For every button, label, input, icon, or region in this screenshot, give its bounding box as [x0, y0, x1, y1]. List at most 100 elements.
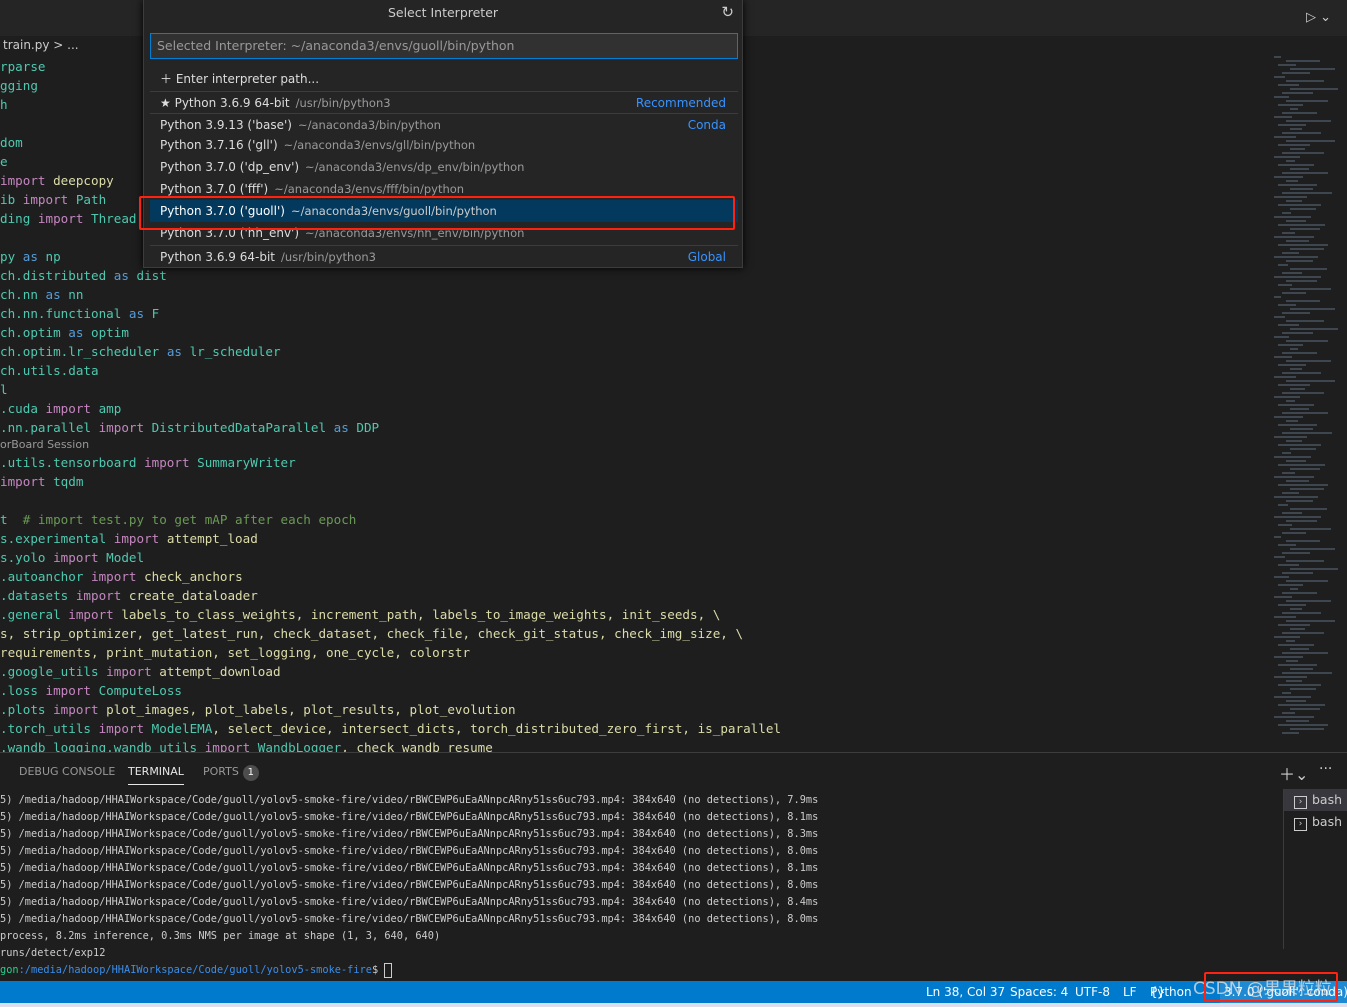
interpreter-item[interactable]: Python 3.7.16 ('gll') ~/anaconda3/envs/gl…: [150, 134, 738, 156]
minimap-line: [1290, 308, 1335, 310]
minimap-line: [1278, 684, 1322, 686]
minimap-line: [1286, 240, 1310, 242]
code-token: s.experimental: [0, 531, 114, 546]
interpreter-tag: Conda: [687, 118, 726, 132]
code-token: e: [0, 154, 8, 169]
minimap-line: [1274, 436, 1307, 438]
plus-icon: ＋: [160, 72, 176, 86]
minimap-line: [1274, 536, 1282, 538]
plus-icon[interactable]: ＋⌄: [1279, 761, 1308, 785]
code-token: ding: [0, 211, 38, 226]
end-of-line[interactable]: LF: [1123, 981, 1137, 1003]
cursor-position[interactable]: Ln 38, Col 37: [926, 981, 1005, 1003]
interpreter-search-input[interactable]: Selected Interpreter: ~/anaconda3/envs/g…: [150, 33, 738, 59]
minimap-line: [1282, 112, 1318, 114]
code-token: SummaryWriter: [197, 455, 296, 470]
minimap-line: [1282, 532, 1307, 534]
bottom-panel: DEBUG CONSOLE TERMINAL PORTS 1 ＋⌄ ··· 5) …: [0, 752, 1347, 981]
minimap-line: [1286, 560, 1324, 562]
minimap-line: [1290, 388, 1306, 390]
code-token: check_anchors: [144, 569, 243, 584]
minimap-line: [1286, 180, 1299, 182]
terminal-item[interactable]: › bash: [1284, 811, 1347, 833]
minimap-line: [1282, 692, 1292, 694]
terminal-output[interactable]: 5) /media/hadoop/HHAIWorkspace/Code/guol…: [0, 792, 818, 979]
code-line: l: [0, 380, 1270, 399]
minimap-line: [1278, 624, 1311, 626]
minimap-line: [1278, 504, 1289, 506]
encoding[interactable]: UTF-8: [1075, 981, 1110, 1003]
interpreter-item[interactable]: ★ Python 3.6.9 64-bit/usr/bin/python3 Rec…: [150, 91, 738, 113]
refresh-icon[interactable]: ↻: [721, 3, 734, 21]
terminal-line: 5) /media/hadoop/HHAIWorkspace/Code/guol…: [0, 811, 819, 823]
code-line: .autoanchor import check_anchors: [0, 567, 1270, 586]
minimap-line: [1274, 636, 1300, 638]
code-token: Thread: [91, 211, 137, 226]
indentation[interactable]: Spaces: 4: [1010, 981, 1068, 1003]
code-token: as: [45, 287, 69, 302]
minimap-line: [1282, 152, 1325, 154]
minimap-line: [1274, 256, 1318, 258]
code-token: attempt_download: [159, 664, 281, 679]
minimap-line: [1278, 484, 1329, 486]
interpreter-path: /usr/bin/python3: [281, 250, 376, 264]
minimap-line: [1286, 620, 1335, 622]
code-token: as: [68, 325, 91, 340]
minimap-line: [1282, 272, 1303, 274]
code-line: .loss import ComputeLoss: [0, 681, 1270, 700]
minimap-line: [1282, 552, 1310, 554]
minimap-line: [1282, 212, 1292, 214]
minimap-line: [1286, 580, 1328, 582]
minimap-line: [1274, 716, 1315, 718]
minimap-line: [1282, 472, 1296, 474]
minimap-line: [1286, 160, 1295, 162]
minimap-line: [1286, 260, 1313, 262]
interpreter-item[interactable]: Python 3.6.9 64-bit/usr/bin/python3 Globa…: [150, 245, 738, 267]
minimap-line: [1290, 168, 1309, 170]
play-icon[interactable]: ▷ ⌄: [1306, 10, 1331, 25]
code-line: ch.nn.functional as F: [0, 304, 1270, 323]
minimap-line: [1282, 372, 1321, 374]
code-token: import: [22, 192, 76, 207]
minimap-line: [1290, 348, 1299, 350]
minimap-line: [1274, 316, 1285, 318]
code-line: .google_utils import attempt_download: [0, 662, 1270, 681]
minimap-line: [1278, 244, 1329, 246]
interpreter-item[interactable]: Python 3.7.0 ('dp_env') ~/anaconda3/envs/…: [150, 156, 738, 178]
minimap-line: [1282, 292, 1307, 294]
interpreter-name: Python 3.6.9 64-bit: [160, 250, 276, 264]
minimap-line: [1286, 400, 1295, 402]
code-token: ComputeLoss: [98, 683, 182, 698]
minimap[interactable]: [1274, 56, 1347, 751]
minimap-line: [1278, 424, 1318, 426]
minimap-line: [1274, 616, 1296, 618]
prompt-user: gon: [0, 964, 19, 976]
code-token: ch.nn.functional: [0, 306, 129, 321]
code-line: .general import labels_to_class_weights,…: [0, 605, 1270, 624]
terminal-item[interactable]: › bash: [1284, 789, 1347, 811]
terminal-line: 5) /media/hadoop/HHAIWorkspace/Code/guol…: [0, 845, 819, 857]
ellipsis-icon[interactable]: ···: [1319, 761, 1332, 777]
enter-interpreter-path-item[interactable]: ＋ Enter interpreter path...: [150, 68, 738, 90]
minimap-line: [1290, 508, 1328, 510]
minimap-line: [1274, 196, 1307, 198]
terminal-line: 5) /media/hadoop/HHAIWorkspace/Code/guol…: [0, 896, 819, 908]
minimap-line: [1274, 236, 1315, 238]
minimap-line: [1274, 296, 1282, 298]
code-token: import: [0, 173, 54, 188]
code-token: as: [128, 306, 152, 321]
tab-terminal[interactable]: TERMINAL: [128, 765, 184, 785]
minimap-line: [1286, 380, 1335, 382]
minimap-line: [1274, 276, 1322, 278]
breadcrumb[interactable]: train.py > ...: [3, 38, 79, 52]
tab-ports[interactable]: PORTS 1: [203, 765, 259, 785]
interpreter-path: ~/anaconda3/bin/python: [297, 118, 441, 132]
interpreter-item[interactable]: Python 3.9.13 ('base') ~/anaconda3/bin/py…: [150, 113, 738, 135]
terminal-name: bash: [1312, 792, 1343, 807]
code-line: requirements, print_mutation, set_loggin…: [0, 643, 1270, 662]
minimap-line: [1278, 544, 1296, 546]
terminal-cursor: [384, 962, 393, 978]
tab-debug-console[interactable]: DEBUG CONSOLE: [19, 765, 115, 785]
code-token: tqdm: [53, 474, 84, 489]
minimap-line: [1274, 496, 1318, 498]
